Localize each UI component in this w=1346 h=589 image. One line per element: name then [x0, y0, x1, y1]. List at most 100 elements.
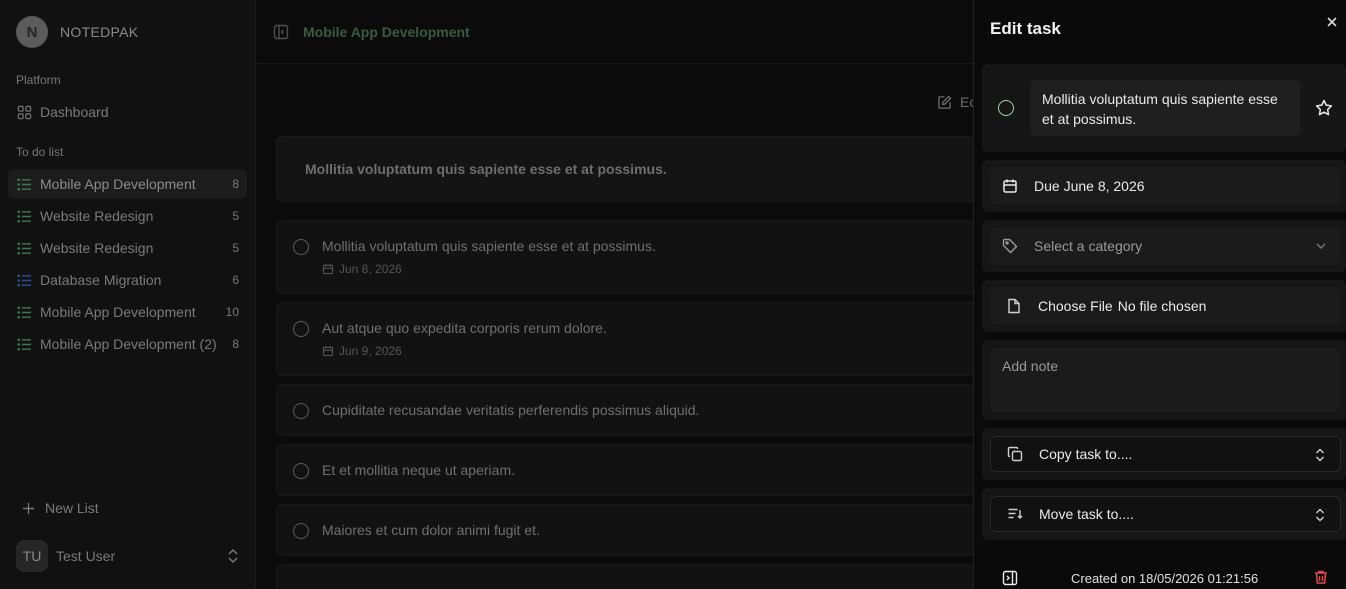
sidebar-toggle-icon[interactable]	[273, 24, 289, 40]
new-list-label: New List	[45, 500, 99, 516]
main-content: Mobile App Development Ec Mollitia volup…	[257, 0, 976, 589]
list-icon	[16, 240, 32, 256]
close-icon[interactable]	[1324, 14, 1340, 30]
tag-icon	[1002, 238, 1018, 254]
copy-task-label: Copy task to....	[1039, 446, 1133, 462]
file-input[interactable]: Choose File No file chosen	[990, 287, 1341, 325]
drawer-footer: Created on 18/05/2026 01:21:56	[974, 560, 1346, 589]
created-timestamp: Created on 18/05/2026 01:21:56	[1071, 571, 1259, 586]
file-card: Choose File No file chosen	[982, 280, 1346, 332]
task-checkbox[interactable]	[293, 321, 309, 337]
sidebar-item-label: Website Redesign	[40, 208, 154, 224]
task-item[interactable]	[276, 564, 976, 589]
task-checkbox[interactable]	[293, 239, 309, 255]
task-complete-checkbox[interactable]	[998, 100, 1014, 116]
task-checkbox[interactable]	[293, 403, 309, 419]
note-textarea[interactable]: Add note	[990, 348, 1341, 412]
task-title-input[interactable]: Mollitia voluptatum quis sapiente esse e…	[1030, 80, 1300, 136]
task-title: Mollitia voluptatum quis sapiente esse e…	[322, 238, 656, 254]
task-title: Aut atque quo expedita corporis rerum do…	[322, 320, 607, 336]
grid-icon	[16, 104, 32, 120]
page-title: Mobile App Development	[303, 23, 470, 40]
move-list-icon	[1007, 506, 1023, 522]
chevrons-up-down-icon	[1316, 508, 1324, 522]
trash-icon[interactable]	[1313, 569, 1329, 585]
star-icon[interactable]	[1314, 98, 1334, 118]
chevron-down-icon	[1316, 243, 1326, 250]
task-item[interactable]: Mollitia voluptatum quis sapiente esse e…	[276, 220, 976, 294]
calendar-icon	[322, 264, 334, 275]
task-title: Maiores et cum dolor animi fugit et.	[322, 522, 540, 538]
copy-card: Copy task to....	[982, 428, 1346, 480]
category-card: Select a category	[982, 220, 1346, 272]
task-title: Cupiditate recusandae veritatis perferen…	[322, 402, 700, 418]
copy-icon	[1007, 446, 1023, 462]
sidebar-item-label: Database Migration	[40, 272, 162, 288]
task-item[interactable]: Cupiditate recusandae veritatis perferen…	[276, 384, 976, 436]
task-checkbox[interactable]	[293, 523, 309, 539]
plus-icon	[22, 502, 35, 514]
list-count: 8	[232, 337, 239, 351]
task-title: Et et mollitia neque ut aperiam.	[322, 462, 515, 478]
list-count: 6	[232, 273, 239, 287]
task-title-card: Mollitia voluptatum quis sapiente esse e…	[982, 64, 1346, 152]
due-date-text: Due June 8, 2026	[1034, 178, 1145, 194]
drawer-title: Edit task	[990, 19, 1061, 38]
move-card: Move task to....	[982, 488, 1346, 540]
chevrons-up-down-icon	[1316, 448, 1324, 462]
sidebar-list-item[interactable]: Website Redesign 5	[8, 233, 247, 263]
app-logo: N	[16, 16, 48, 48]
note-card: Add note	[982, 340, 1346, 420]
list-count: 10	[225, 305, 239, 319]
list-header: Mollitia voluptatum quis sapiente esse e…	[276, 136, 976, 202]
chevrons-up-down-icon	[228, 548, 238, 564]
due-date-button[interactable]: Due June 8, 2026	[990, 167, 1341, 205]
move-task-select[interactable]: Move task to....	[990, 496, 1341, 532]
sidebar-list-item[interactable]: Website Redesign 5	[8, 201, 247, 231]
brand[interactable]: N NOTEDPAK	[16, 16, 138, 48]
collapse-panel-icon[interactable]	[1002, 570, 1018, 586]
user-menu[interactable]: TU Test User	[16, 540, 240, 572]
new-list-button[interactable]: New List	[22, 500, 99, 516]
list-icon	[16, 176, 32, 192]
move-task-label: Move task to....	[1039, 506, 1134, 522]
list-icon	[16, 272, 32, 288]
task-item[interactable]: Aut atque quo expedita corporis rerum do…	[276, 302, 976, 376]
sidebar: N NOTEDPAK Platform Dashboard To do list…	[0, 0, 256, 589]
list-count: 8	[232, 177, 239, 191]
edit-list-button[interactable]: Ec	[937, 94, 976, 110]
list-icon	[16, 336, 32, 352]
edit-task-drawer: Edit task Mollitia voluptatum quis sapie…	[973, 0, 1346, 589]
list-count: 5	[232, 241, 239, 255]
user-name: Test User	[56, 548, 116, 564]
sidebar-item-dashboard[interactable]: Dashboard	[8, 97, 247, 127]
copy-task-select[interactable]: Copy task to....	[990, 436, 1341, 472]
category-select[interactable]: Select a category	[990, 227, 1341, 265]
sidebar-list-item[interactable]: Database Migration 6	[8, 265, 247, 295]
list-icon	[16, 208, 32, 224]
task-date-text: Jun 9, 2026	[339, 344, 402, 358]
calendar-icon	[322, 346, 334, 357]
file-status: No file chosen	[1117, 298, 1207, 314]
choose-file-button[interactable]: Choose File	[1038, 298, 1113, 314]
sidebar-item-label: Dashboard	[40, 104, 109, 120]
due-date-card: Due June 8, 2026	[982, 160, 1346, 212]
avatar: TU	[16, 540, 48, 572]
todo-section-label: To do list	[16, 145, 64, 159]
task-item[interactable]: Maiores et cum dolor animi fugit et.	[276, 504, 976, 556]
sidebar-list-item[interactable]: Mobile App Development 8	[8, 169, 247, 199]
sidebar-list-item[interactable]: Mobile App Development 10	[8, 297, 247, 327]
task-date: Jun 9, 2026	[322, 344, 402, 358]
category-placeholder: Select a category	[1034, 238, 1143, 254]
list-icon	[16, 304, 32, 320]
sidebar-item-label: Mobile App Development	[40, 176, 196, 192]
task-checkbox[interactable]	[293, 463, 309, 479]
list-count: 5	[232, 209, 239, 223]
task-date-text: Jun 8, 2026	[339, 262, 402, 276]
task-item[interactable]: Et et mollitia neque ut aperiam.	[276, 444, 976, 496]
sidebar-list-item[interactable]: Mobile App Development (2) 8	[8, 329, 247, 359]
sidebar-item-label: Mobile App Development	[40, 304, 196, 320]
sidebar-item-label: Mobile App Development (2)	[40, 336, 217, 352]
edit-icon	[938, 94, 952, 109]
task-date: Jun 8, 2026	[322, 262, 402, 276]
